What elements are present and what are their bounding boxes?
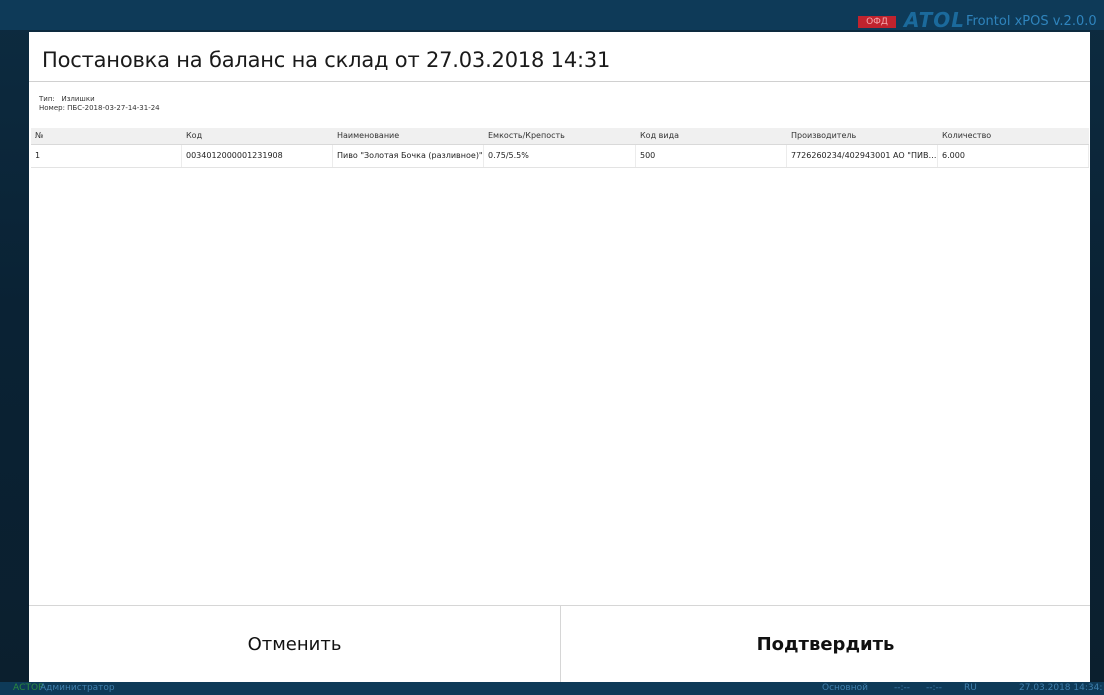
column-header-code[interactable]: Код: [182, 128, 333, 144]
doc-number-value: ПБС-2018-03-27-14-31-24: [67, 104, 160, 112]
cell-quantity: 6.000: [938, 145, 1089, 167]
app-title: Frontol xPOS v.2.0.0: [966, 14, 1097, 29]
dialog-button-bar: Отменить Подтвердить: [29, 605, 1090, 683]
title-divider: [29, 81, 1090, 82]
mode-label: АСТОР: [13, 683, 44, 693]
user-label: Администратор: [40, 683, 115, 693]
cell-kind-code: 500: [636, 145, 787, 167]
column-header-volume-strength[interactable]: Емкость/Крепость: [484, 128, 636, 144]
doc-type-value: Излишки: [61, 95, 95, 103]
doc-type-line: Тип: Излишки: [39, 95, 95, 104]
profile-label: Основной: [822, 683, 868, 693]
column-header-producer[interactable]: Производитель: [787, 128, 938, 144]
clock: 27.03.2018 14:34:: [1019, 683, 1103, 693]
cell-volume-strength: 0.75/5.5%: [484, 145, 636, 167]
column-header-name[interactable]: Наименование: [333, 128, 484, 144]
doc-type-label: Тип:: [39, 95, 55, 103]
doc-number-label: Номер:: [39, 104, 65, 112]
table-header: № Код Наименование Емкость/Крепость Код …: [31, 128, 1089, 145]
cell-code: 0034012000001231908: [182, 145, 333, 167]
language-indicator[interactable]: RU: [964, 682, 977, 695]
shift-time-start: --:--: [894, 683, 911, 693]
column-header-kind-code[interactable]: Код вида: [636, 128, 787, 144]
status-bar: АСТОР Администратор Основной --:-- --:--…: [0, 682, 1104, 695]
dialog-title: Постановка на баланс на склад от 27.03.2…: [42, 48, 611, 72]
cancel-button[interactable]: Отменить: [29, 606, 560, 683]
balance-dialog: Постановка на баланс на склад от 27.03.2…: [29, 32, 1090, 683]
table-row[interactable]: 1 0034012000001231908 Пиво "Золотая Бочк…: [31, 145, 1089, 168]
ofd-status-badge: ОФД: [858, 16, 896, 28]
shift-time-end: --:--: [926, 683, 943, 693]
cell-name: Пиво "Золотая Бочка (разливное)": [333, 145, 484, 167]
doc-number-line: Номер: ПБС-2018-03-27-14-31-24: [39, 104, 160, 113]
cell-producer: 7726260234/402943001 АО "ПИВОВАРЕННАЯ КО…: [787, 145, 938, 167]
atol-logo: ATOL: [904, 8, 965, 32]
column-header-number[interactable]: №: [31, 128, 182, 144]
column-header-quantity[interactable]: Количество: [938, 128, 1089, 144]
cell-number: 1: [31, 145, 182, 167]
app-title-bar: ОФД ATOL Frontol xPOS v.2.0.0: [0, 0, 1104, 30]
confirm-button[interactable]: Подтвердить: [561, 606, 1090, 683]
